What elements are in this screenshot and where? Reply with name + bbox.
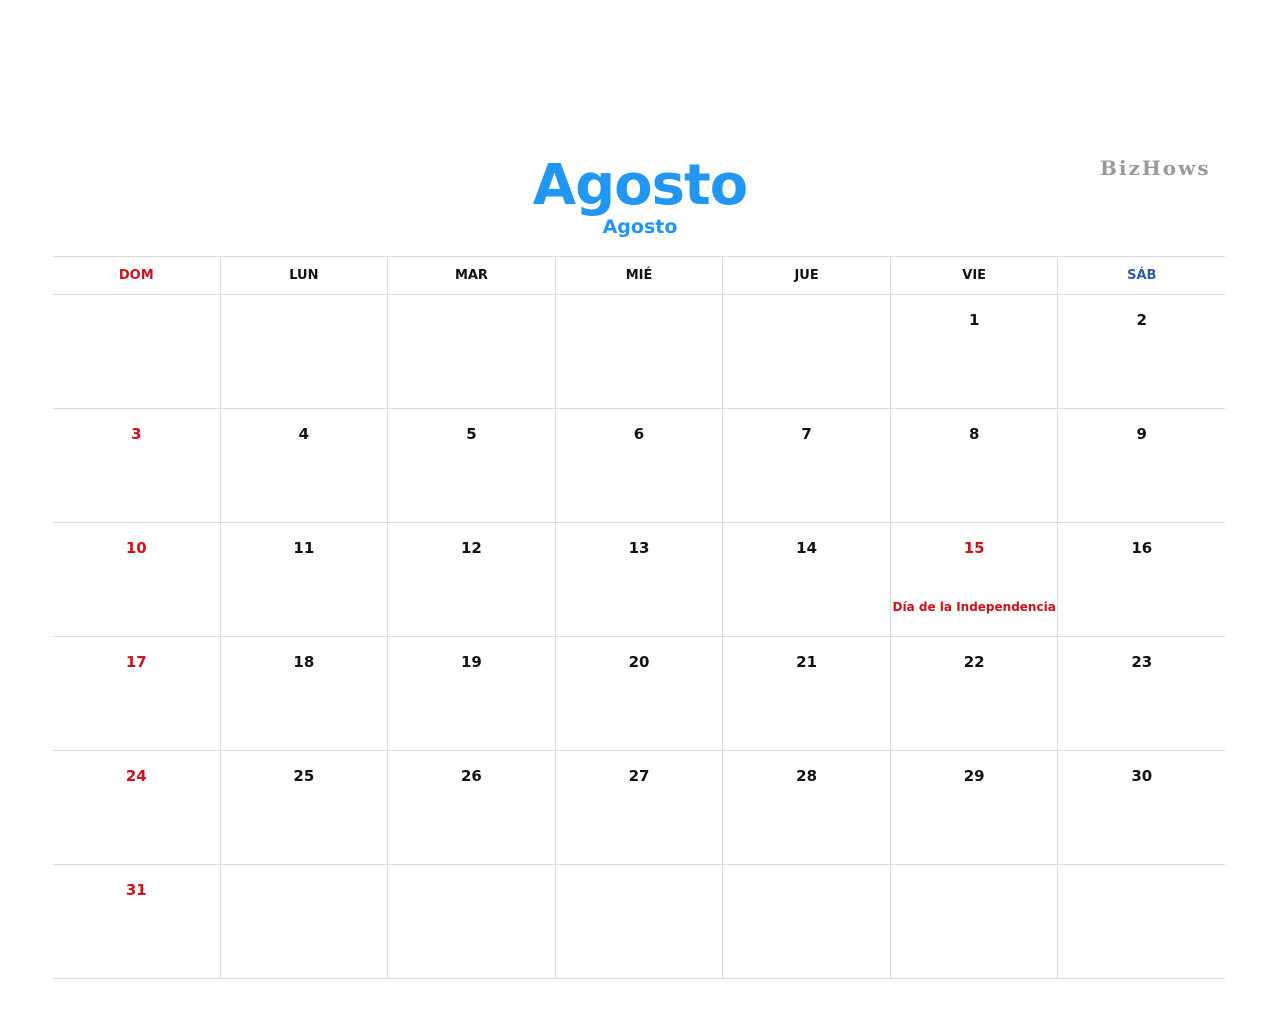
day-cell: 4 [219,409,388,522]
day-number: 13 [628,539,650,557]
weekday-header-3: MIÉ [554,257,723,294]
day-number: 3 [131,425,142,443]
brand-logo: BizHows [1100,156,1211,180]
day-number: 22 [963,653,985,671]
day-cell [889,865,1058,978]
day-cell: 29 [889,751,1058,864]
day-cell [53,295,220,408]
day-number: 7 [801,425,812,443]
day-cell: 8 [889,409,1058,522]
weekday-header-4: JUE [722,257,890,294]
day-cell: 23 [1057,637,1225,750]
day-number: 18 [293,653,315,671]
day-cell: 3 [53,409,220,522]
day-cell [1057,865,1225,978]
day-cell: 19 [387,637,555,750]
week-row: 12 [53,295,1225,409]
day-cell [387,865,555,978]
day-cell: 30 [1057,751,1225,864]
day-cell [554,295,723,408]
day-number: 8 [968,425,980,443]
day-cell: 28 [722,751,890,864]
day-cell [722,295,890,408]
day-cell: 9 [1057,409,1225,522]
day-number: 14 [796,539,818,557]
day-cell: 31 [53,865,220,978]
month-title: Agosto [532,153,748,218]
weekday-header-5: VIE [889,257,1058,294]
day-number: 4 [298,425,310,443]
day-cell: 26 [387,751,555,864]
day-cell: 12 [387,523,555,636]
calendar-grid: DOM LUN MAR MIÉ JUE VIE SÁB 1 2 3 4 5 6 7 8 9 10 11 12 13 1… [53,256,1225,979]
day-number: 1 [968,311,980,329]
day-cell: 27 [554,751,723,864]
day-cell: 18 [219,637,388,750]
day-cell: 5 [387,409,555,522]
day-cell: 21 [722,637,890,750]
weekday-header-row: DOM LUN MAR MIÉ JUE VIE SÁB [53,257,1225,295]
day-number: 24 [125,767,147,785]
day-number: 31 [125,881,147,899]
day-cell: 13 [554,523,723,636]
day-cell: 14 [722,523,890,636]
day-number: 25 [293,767,315,785]
month-subtitle: Agosto [602,216,678,238]
weekday-header-6: SÁB [1057,257,1225,294]
day-number: 12 [461,539,482,557]
day-number: 19 [461,653,482,671]
calendar-page: Agosto Agosto BizHows DOM LUN MAR MIÉ JUE VIE… [0,0,1280,1031]
holiday-label: Día de la Independencia [892,600,1056,614]
day-cell [219,295,388,408]
day-number: 28 [796,767,818,785]
day-number: 27 [628,767,650,785]
weekday-header-2: MAR [387,257,555,294]
day-number: 21 [796,653,818,671]
day-cell: 24 [53,751,220,864]
day-number: 9 [1136,425,1147,443]
day-cell: 15 Día de la Independencia [889,523,1058,636]
day-cell [387,295,555,408]
day-cell: 7 [722,409,890,522]
day-cell: 25 [219,751,388,864]
weekday-header-1: LUN [219,257,388,294]
week-row: 10 11 12 13 14 15 Día de la Independencia 16 [53,523,1225,637]
week-row: 24 25 26 27 28 29 30 [53,751,1225,865]
day-cell: 1 [889,295,1058,408]
day-number: 29 [963,767,985,785]
day-cell: 11 [219,523,388,636]
day-number: 26 [461,767,482,785]
week-row: 31 [53,865,1225,979]
weeks-container: 1 2 3 4 5 6 7 8 9 10 11 12 13 14 15 Día de la Independe… [53,295,1225,979]
day-cell [554,865,723,978]
weekday-header-0: DOM [118,268,154,283]
day-cell: 16 [1057,523,1225,636]
day-number: 5 [466,425,477,443]
day-number: 15 [963,539,985,557]
day-number: 6 [633,425,645,443]
day-cell [722,865,890,978]
day-cell: 22 [889,637,1058,750]
day-number: 30 [1131,767,1153,785]
day-cell: 10 [53,523,220,636]
day-number: 11 [293,539,315,557]
day-cell: 6 [554,409,723,522]
day-cell: 20 [554,637,723,750]
day-number: 2 [1136,311,1147,329]
day-number: 16 [1131,539,1153,557]
day-cell: 17 [53,637,220,750]
day-number: 23 [1131,653,1153,671]
day-number: 10 [125,539,147,557]
week-row: 3 4 5 6 7 8 9 [53,409,1225,523]
week-row: 17 18 19 20 21 22 23 [53,637,1225,751]
day-number: 17 [125,653,147,671]
day-number: 20 [628,653,650,671]
day-cell [219,865,388,978]
day-cell: 2 [1057,295,1225,408]
